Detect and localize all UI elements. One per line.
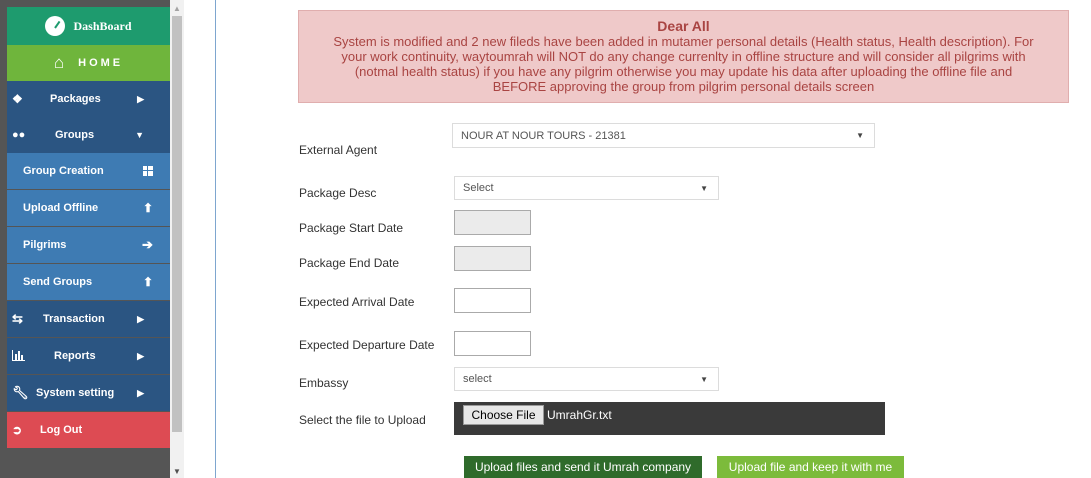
chevron-right-icon: ▶ [137, 313, 144, 324]
external-agent-select[interactable]: NOUR AT NOUR TOURS - 21381 ▼ [452, 123, 875, 148]
sidebar-item-send-groups[interactable]: Send Groups ⬆ [7, 264, 170, 300]
chevron-right-icon: ▶ [137, 93, 144, 104]
expected-departure-date-label: Expected Departure Date [299, 338, 435, 352]
sidebar-item-logout[interactable]: ➲ Log Out [7, 412, 170, 448]
windows-icon [143, 166, 153, 176]
chevron-down-icon: ▼ [700, 374, 708, 384]
chevron-down-icon: ▼ [856, 131, 864, 140]
sidebar-item-label: Send Groups [23, 276, 93, 288]
upload-icon: ⬆ [143, 275, 154, 289]
file-upload-label: Select the file to Upload [299, 413, 426, 427]
scroll-up-arrow-icon[interactable]: ▲ [173, 4, 181, 13]
home-icon: ⌂ [53, 53, 65, 72]
chevron-down-icon: ▼ [135, 130, 144, 140]
package-start-date-field [454, 210, 531, 235]
scrollbar-thumb[interactable] [172, 16, 182, 432]
dashboard-icon [45, 16, 66, 36]
sidebar-item-transaction[interactable]: ⇆ Transaction ▶ [7, 301, 170, 337]
home-label: HOME [78, 57, 124, 69]
sidebar-item-system-setting[interactable]: 🔧︎ System setting ▶ [7, 375, 170, 411]
sidebar-dashboard[interactable]: DashBoard [7, 7, 170, 45]
chevron-right-icon: ▶ [137, 350, 144, 361]
sidebar-item-label: Packages [50, 93, 101, 105]
sidebar-item-upload-offline[interactable]: Upload Offline ⬆ [7, 190, 170, 226]
sidebar-item-label: Group Creation [23, 165, 104, 177]
upload-icon: ⬆ [143, 201, 154, 215]
arrow-right-icon: ➔ [142, 237, 153, 252]
package-desc-select[interactable]: Select ▼ [454, 176, 719, 200]
sidebar-item-label: Transaction [43, 313, 105, 325]
sidebar-item-reports[interactable]: Reports ▶ [7, 338, 170, 374]
sidebar-item-packages[interactable]: ❖ Packages ▶ [7, 81, 170, 117]
sidebar-home[interactable]: ⌂ HOME [7, 45, 170, 81]
sidebar-item-label: System setting [36, 387, 115, 399]
choose-file-button[interactable]: Choose File [463, 405, 544, 425]
embassy-select[interactable]: select ▼ [454, 367, 719, 391]
dropbox-icon: ❖ [12, 92, 23, 106]
chevron-down-icon: ▼ [700, 183, 708, 193]
sidebar-item-label: Groups [55, 129, 95, 141]
embassy-value: select [463, 373, 492, 385]
upload-and-send-button[interactable]: Upload files and send it Umrah company [464, 456, 702, 478]
package-start-date-label: Package Start Date [299, 221, 404, 235]
sign-out-icon: ➲ [12, 423, 23, 437]
sidebar: DashBoard ⌂ HOME ❖ Packages ▶ ●● Groups … [0, 0, 170, 478]
expected-arrival-date-field[interactable] [454, 288, 531, 313]
sidebar-item-label: Pilgrims [23, 239, 67, 251]
expected-departure-date-field[interactable] [454, 331, 531, 356]
expected-arrival-date-label: Expected Arrival Date [299, 295, 415, 309]
package-end-date-label: Package End Date [299, 256, 400, 270]
exchange-icon: ⇆ [12, 311, 23, 326]
chevron-right-icon: ▶ [137, 387, 144, 398]
package-desc-value: Select [463, 182, 494, 194]
package-end-date-field [454, 246, 531, 271]
external-agent-value: NOUR AT NOUR TOURS - 21381 [461, 129, 626, 142]
external-agent-label: External Agent [299, 143, 378, 157]
content-divider [215, 0, 216, 478]
sidebar-item-pilgrims[interactable]: Pilgrims ➔ [7, 227, 170, 263]
scroll-down-arrow-icon[interactable]: ▼ [173, 467, 181, 476]
users-icon: ●● [12, 129, 26, 141]
sidebar-item-groups[interactable]: ●● Groups ▼ [7, 117, 170, 153]
sidebar-item-label: Log Out [40, 424, 83, 436]
sidebar-item-label: Upload Offline [23, 202, 99, 214]
embassy-label: Embassy [299, 376, 349, 390]
notice-alert: Dear All System is modified and 2 new fi… [298, 10, 1069, 103]
dashboard-label: DashBoard [73, 18, 132, 33]
selected-file-name: UmrahGr.txt [547, 408, 612, 422]
bar-chart-icon [12, 350, 25, 361]
sidebar-item-label: Reports [54, 350, 96, 362]
upload-and-keep-button[interactable]: Upload file and keep it with me [717, 456, 904, 478]
notice-title: Dear All [657, 18, 710, 34]
package-desc-label: Package Desc [299, 186, 377, 200]
sidebar-item-group-creation[interactable]: Group Creation [7, 153, 170, 189]
wrench-icon: 🔧︎ [12, 385, 29, 400]
notice-body: System is modified and 2 new fileds have… [333, 34, 1034, 94]
